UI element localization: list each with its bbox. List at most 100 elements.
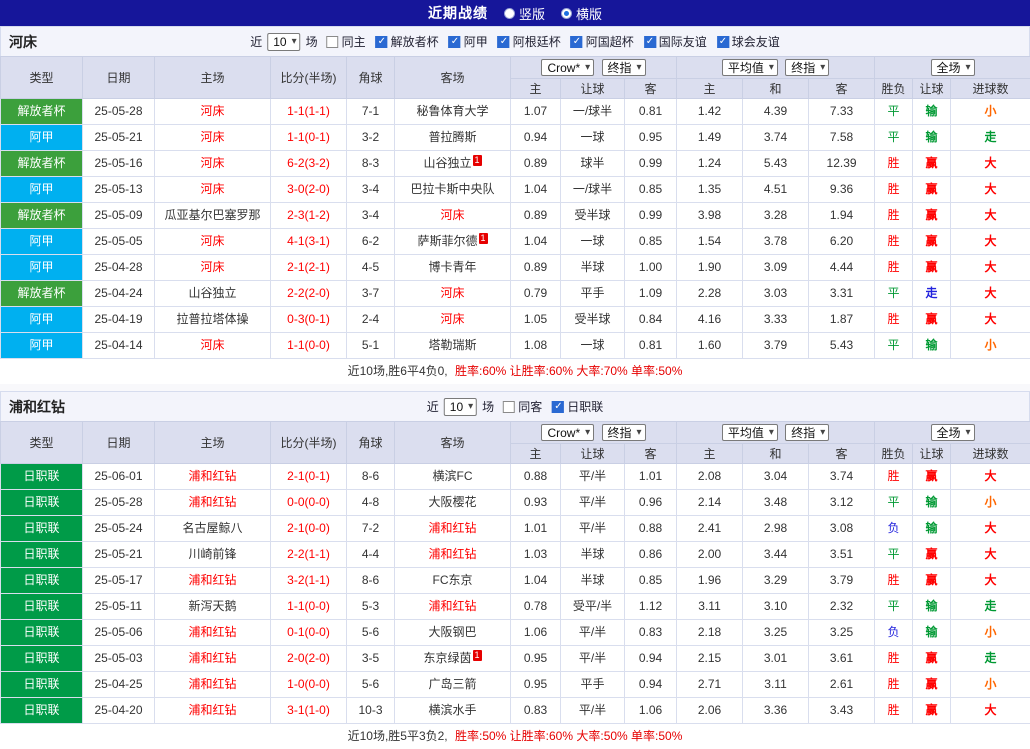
filter-checkbox-item[interactable]: 同主 xyxy=(327,33,366,50)
avg-draw-odds: 3.78 xyxy=(743,229,809,255)
filter-checkbox-item[interactable]: 阿根廷杯 xyxy=(498,33,561,50)
recent-count-select[interactable]: 10 xyxy=(444,398,477,416)
home-team-name[interactable]: 河床 xyxy=(200,104,224,118)
avg-draw-odds: 3.01 xyxy=(743,646,809,672)
home-team-name[interactable]: 浦和红钻 xyxy=(188,651,236,665)
filter-checkbox-item[interactable]: 阿甲 xyxy=(449,33,488,50)
near-label: 近 xyxy=(250,33,262,50)
outcome-result: 胜 xyxy=(875,229,913,255)
filter-checkbox-item[interactable]: 日职联 xyxy=(552,398,603,415)
odds-stage-select[interactable]: 终指 xyxy=(602,59,646,76)
away-team-name[interactable]: 浦和红钻 xyxy=(428,547,476,561)
filter-checkbox-item[interactable]: 解放者杯 xyxy=(376,33,439,50)
home-team-name[interactable]: 浦和红钻 xyxy=(188,469,236,483)
checkbox-checked-icon[interactable] xyxy=(717,36,729,48)
league-type-badge: 日职联 xyxy=(1,542,83,568)
checkbox-checked-icon[interactable] xyxy=(449,36,461,48)
filter-checkbox-item[interactable]: 阿国超杯 xyxy=(571,33,634,50)
results-table-1: 类型 日期 主场 比分(半场) 角球 客场 Crow* 终指 平均值 终指 xyxy=(0,421,1030,724)
home-team-name[interactable]: 浦和红钻 xyxy=(188,573,236,587)
avg-away-odds: 4.44 xyxy=(809,255,875,281)
home-team-name[interactable]: 河床 xyxy=(200,130,224,144)
away-team-name[interactable]: 秘鲁体育大学 xyxy=(416,104,488,118)
away-team-name[interactable]: 横滨水手 xyxy=(428,703,476,717)
avg-draw-odds: 3.11 xyxy=(743,672,809,698)
away-team-name[interactable]: 横滨FC xyxy=(433,469,473,483)
match-score: 0-3(0-1) xyxy=(271,307,347,333)
avg-draw-odds: 3.28 xyxy=(743,203,809,229)
league-type-badge: 日职联 xyxy=(1,464,83,490)
scope-select[interactable]: 全场 xyxy=(931,59,975,76)
average-stage-select[interactable]: 终指 xyxy=(785,59,829,76)
away-team-name[interactable]: 东京绿茵 xyxy=(423,651,471,665)
radio-checked-icon[interactable] xyxy=(561,8,572,19)
away-team-name[interactable]: 河床 xyxy=(440,286,464,300)
corner-score: 3-2 xyxy=(347,125,395,151)
away-team-name-cell: 塔勒瑞斯 xyxy=(395,333,511,359)
bookmaker-odds-group: Crow* 终指 xyxy=(511,422,677,444)
filter-bar: 近 10 场 同主解放者杯阿甲阿根廷杯阿国超杯国际友谊球会友谊 xyxy=(250,33,780,51)
checkbox-checked-icon[interactable] xyxy=(571,36,583,48)
scope-select[interactable]: 全场 xyxy=(931,424,975,441)
away-team-name[interactable]: 河床 xyxy=(440,312,464,326)
outcome-result: 胜 xyxy=(875,672,913,698)
home-team-name[interactable]: 浦和红钻 xyxy=(188,703,236,717)
average-stage-select[interactable]: 终指 xyxy=(785,424,829,441)
filter-checkbox-item[interactable]: 球会友谊 xyxy=(717,33,780,50)
away-team-name[interactable]: 巴拉卡斯中央队 xyxy=(410,182,494,196)
home-team-name[interactable]: 浦和红钻 xyxy=(188,677,236,691)
home-team-name[interactable]: 瓜亚基尔巴塞罗那 xyxy=(164,208,260,222)
home-team-name[interactable]: 河床 xyxy=(200,338,224,352)
away-team-name[interactable]: 塔勒瑞斯 xyxy=(428,338,476,352)
home-team-name-cell: 浦和红钻 xyxy=(155,646,271,672)
home-team-name[interactable]: 河床 xyxy=(200,260,224,274)
odds-stage-select[interactable]: 终指 xyxy=(602,424,646,441)
away-team-name[interactable]: 广岛三箭 xyxy=(428,677,476,691)
red-card-badge: 1 xyxy=(479,233,488,244)
away-team-name[interactable]: 普拉腾斯 xyxy=(428,130,476,144)
match-date: 25-05-09 xyxy=(83,203,155,229)
view-option-horizontal[interactable]: 横版 xyxy=(561,4,602,23)
avg-away-odds: 3.25 xyxy=(809,620,875,646)
home-team-name[interactable]: 浦和红钻 xyxy=(188,495,236,509)
checkbox-unchecked-icon[interactable] xyxy=(503,401,515,413)
home-team-name[interactable]: 河床 xyxy=(200,182,224,196)
checkbox-checked-icon[interactable] xyxy=(552,401,564,413)
average-select[interactable]: 平均值 xyxy=(722,424,778,441)
radio-unchecked-icon[interactable] xyxy=(504,8,515,19)
home-team-name[interactable]: 名古屋鲸八 xyxy=(182,521,242,535)
home-team-name[interactable]: 新泻天鹅 xyxy=(188,599,236,613)
away-team-name[interactable]: 河床 xyxy=(440,208,464,222)
match-score: 1-1(1-1) xyxy=(271,99,347,125)
average-select[interactable]: 平均值 xyxy=(722,59,778,76)
away-team-name[interactable]: 博卡青年 xyxy=(428,260,476,274)
recent-count-select[interactable]: 10 xyxy=(267,33,300,51)
home-team-name[interactable]: 浦和红钻 xyxy=(188,625,236,639)
checkbox-checked-icon[interactable] xyxy=(644,36,656,48)
filter-checkbox-item[interactable]: 国际友谊 xyxy=(644,33,707,50)
filter-checkbox-item[interactable]: 同客 xyxy=(503,398,542,415)
away-team-name[interactable]: 浦和红钻 xyxy=(428,599,476,613)
summary-stats: 胜率:60% 让胜率:60% 大率:70% 单率:50% xyxy=(455,364,682,378)
bookmaker-select[interactable]: Crow* xyxy=(541,59,594,76)
away-team-name[interactable]: 山谷独立 xyxy=(423,156,471,170)
away-team-name[interactable]: 大阪樱花 xyxy=(428,495,476,509)
home-team-name[interactable]: 川崎前锋 xyxy=(188,547,236,561)
bookmaker-select[interactable]: Crow* xyxy=(541,424,594,441)
away-team-name[interactable]: 大阪钢巴 xyxy=(428,625,476,639)
match-row: 日职联25-05-03浦和红钻2-0(2-0)3-5东京绿茵10.95平/半0.… xyxy=(1,646,1030,672)
goals-result: 大 xyxy=(951,516,1030,542)
away-team-name[interactable]: 萨斯菲尔德 xyxy=(417,234,477,248)
checkbox-checked-icon[interactable] xyxy=(498,36,510,48)
away-team-name[interactable]: 浦和红钻 xyxy=(428,521,476,535)
checkbox-checked-icon[interactable] xyxy=(376,36,388,48)
home-team-name[interactable]: 拉普拉塔体操 xyxy=(176,312,248,326)
goals-result: 走 xyxy=(951,646,1030,672)
home-team-name[interactable]: 河床 xyxy=(200,234,224,248)
view-option-vertical[interactable]: 竖版 xyxy=(504,4,545,23)
home-team-name[interactable]: 河床 xyxy=(200,156,224,170)
away-team-name[interactable]: FC东京 xyxy=(433,573,473,587)
checkbox-unchecked-icon[interactable] xyxy=(327,36,339,48)
home-team-name[interactable]: 山谷独立 xyxy=(188,286,236,300)
match-row: 日职联25-05-21川崎前锋2-2(1-1)4-4浦和红钻1.03半球0.86… xyxy=(1,542,1030,568)
